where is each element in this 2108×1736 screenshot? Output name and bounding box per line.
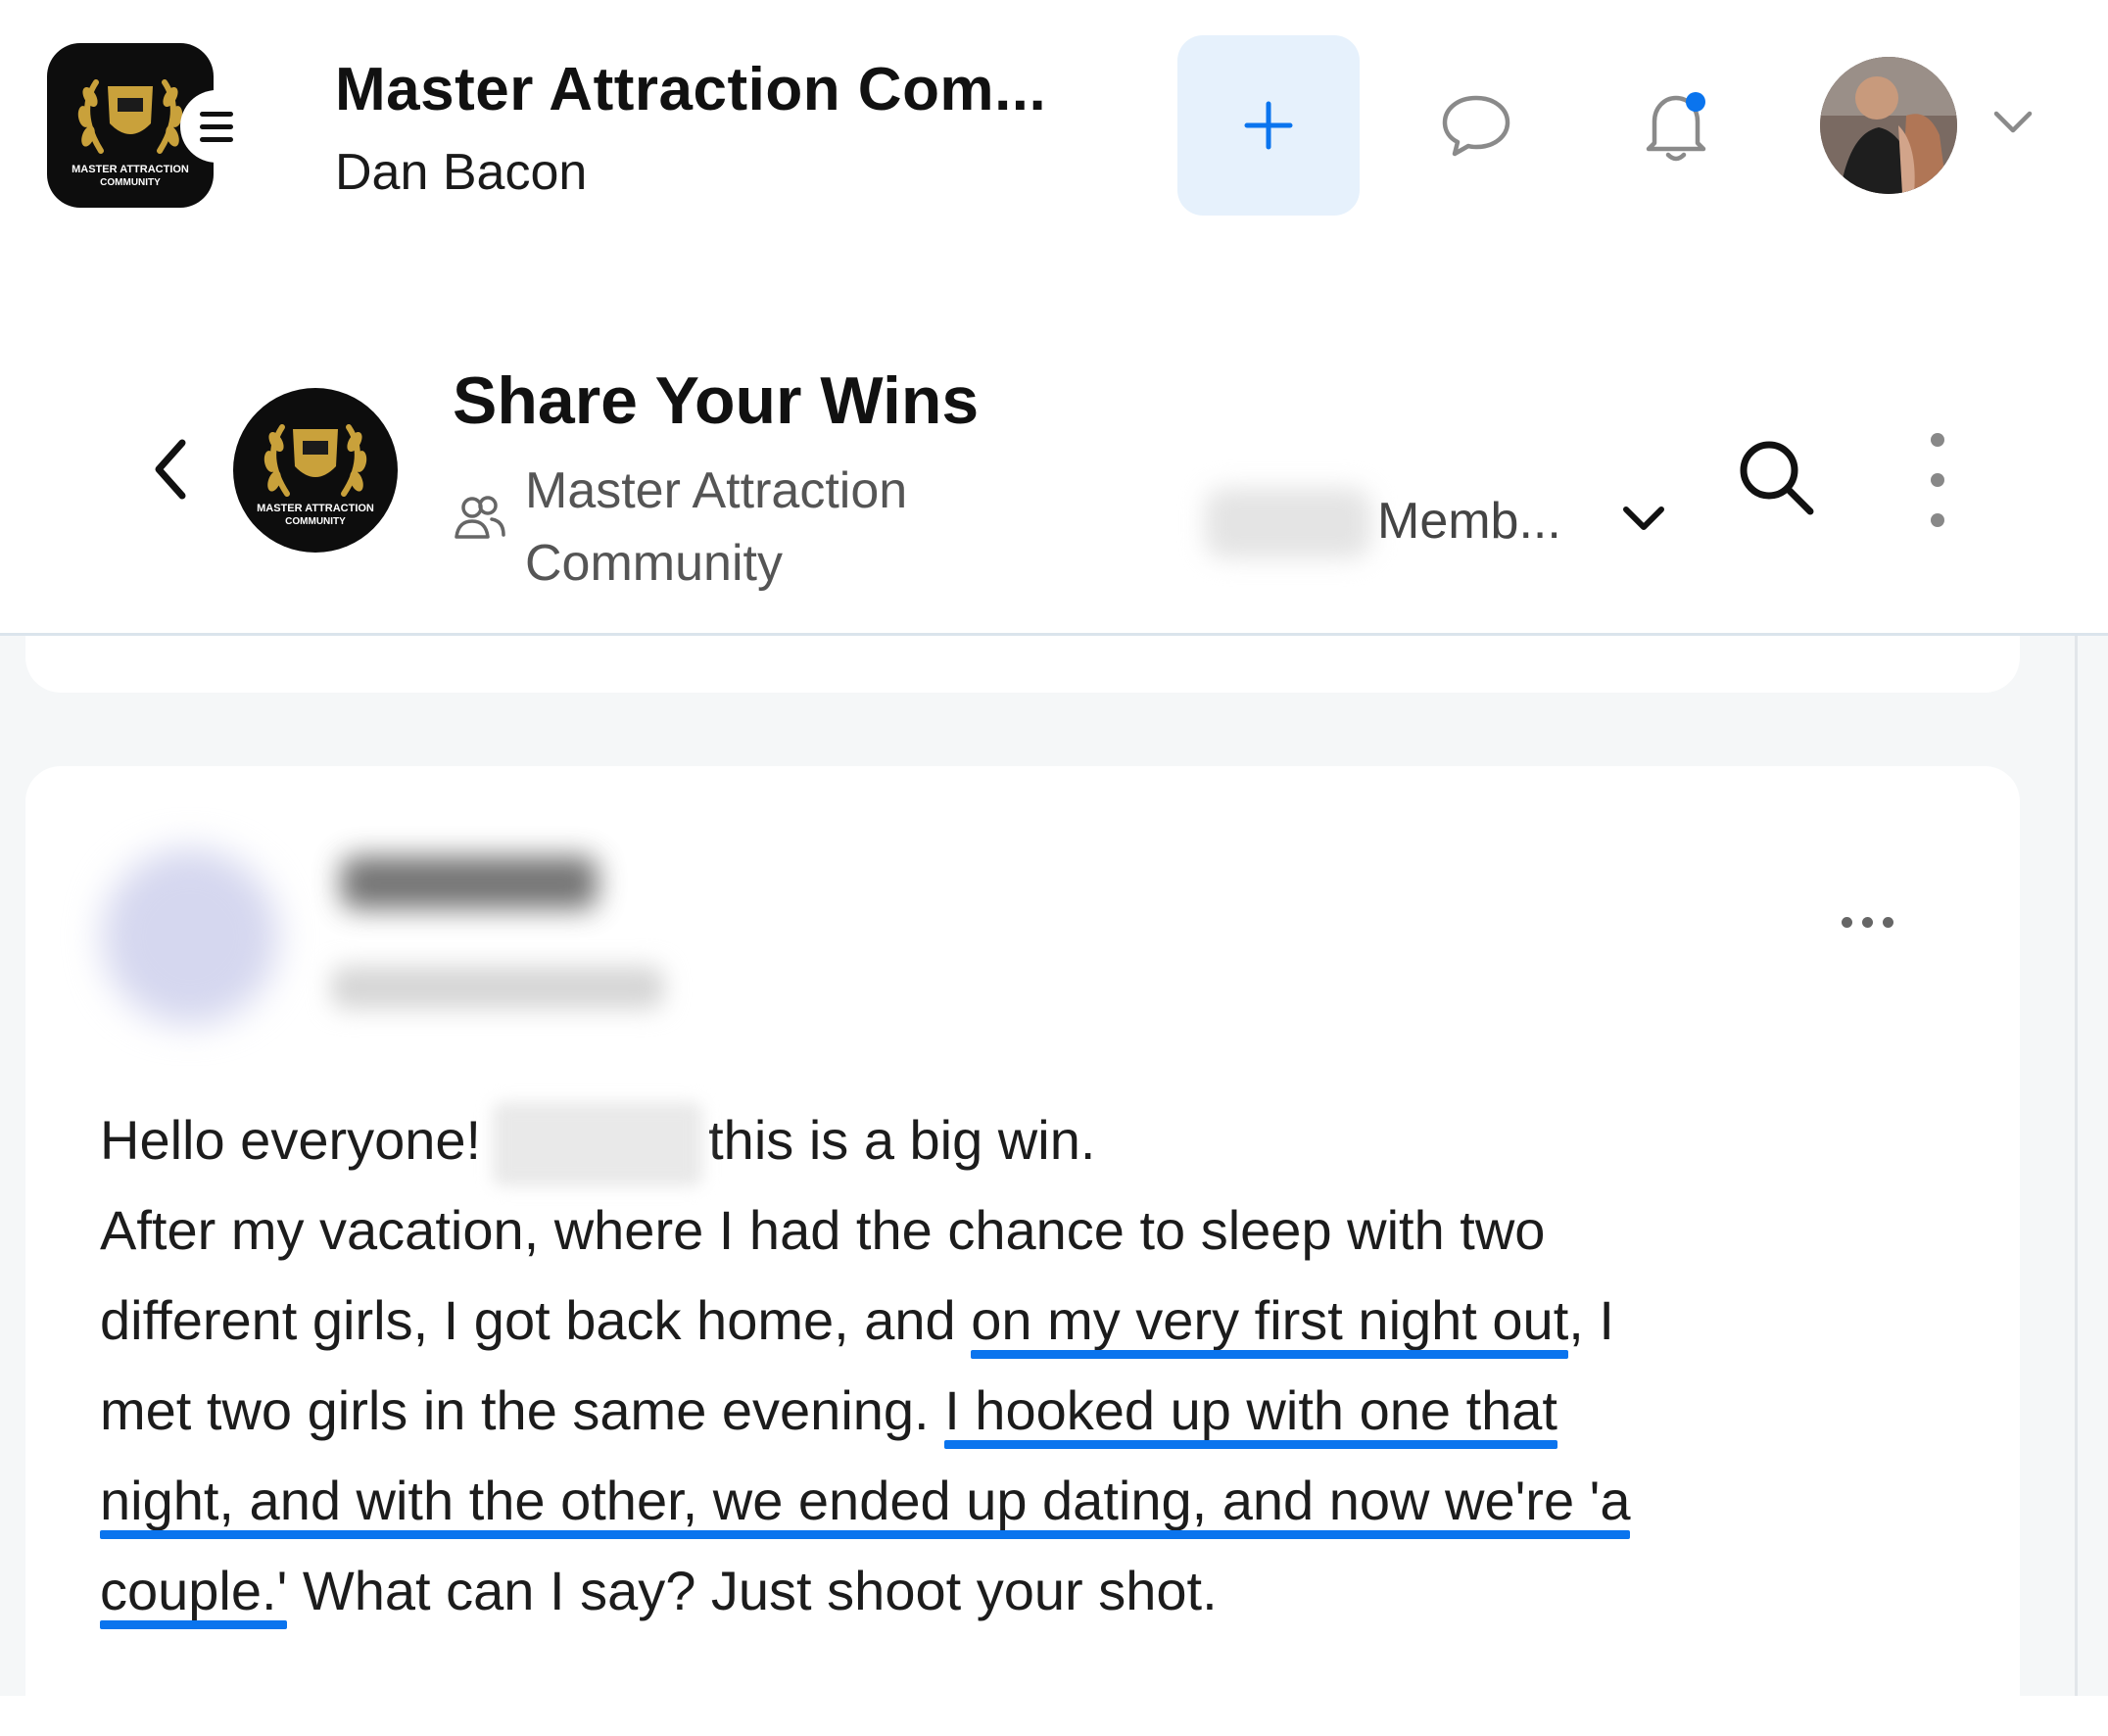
more-vertical-icon (1931, 433, 1944, 447)
post-timestamp-blurred (331, 966, 664, 1009)
post-line: night, and with the other, we ended up d… (100, 1456, 1961, 1546)
back-icon (155, 439, 186, 500)
post-options-button[interactable] (1842, 917, 1893, 928)
post-text: different girls, I got back home, and (100, 1289, 972, 1351)
previous-post-card (25, 636, 2020, 693)
more-horizontal-icon (1842, 917, 1852, 928)
member-avatars-blurred (1205, 488, 1371, 558)
post-body: Hello everyone! this is a big win. After … (100, 1095, 1961, 1636)
search-button[interactable] (1732, 433, 1820, 526)
chat-button[interactable] (1432, 86, 1520, 165)
laurel-shield-logo-icon: MASTER ATTRACTION COMMUNITY (257, 424, 374, 527)
post-text: this is a big win. (708, 1109, 1096, 1171)
highlighted-text: I hooked up with one that (944, 1379, 1557, 1441)
highlighted-text: couple.' (100, 1560, 288, 1621)
space-more-options-button[interactable] (1916, 433, 1959, 527)
chat-icon (1442, 95, 1510, 157)
post-text: , I (1568, 1289, 1614, 1351)
app-title: Master Attraction Com... (335, 56, 1047, 123)
chevron-down-icon (1993, 111, 2033, 133)
community-icon (453, 494, 507, 546)
members-label[interactable]: Memb... (1377, 492, 1561, 551)
post-text: After my vacation, where I had the chanc… (100, 1199, 1546, 1261)
svg-text:COMMUNITY: COMMUNITY (285, 516, 346, 527)
svg-text:MASTER ATTRACTION: MASTER ATTRACTION (72, 164, 189, 175)
chevron-down-icon (1623, 506, 1664, 530)
author-name-blurred[interactable] (341, 856, 598, 909)
space-header: MASTER ATTRACTION COMMUNITY Share Your W… (0, 253, 2108, 636)
plus-icon (1244, 101, 1293, 150)
svg-text:MASTER ATTRACTION: MASTER ATTRACTION (257, 503, 374, 514)
space-title: Share Your Wins (453, 363, 980, 438)
hamburger-icon (200, 111, 233, 117)
back-button[interactable] (145, 435, 198, 508)
user-avatar[interactable] (1820, 57, 1957, 194)
account-menu-toggle[interactable] (1988, 98, 2037, 152)
blurred-text (493, 1102, 703, 1187)
bell-icon (1646, 92, 1706, 162)
post-line: couple.' What can I say? Just shoot your… (100, 1546, 1961, 1636)
community-name-line1: Master Attraction (525, 462, 908, 519)
create-post-button[interactable] (1177, 35, 1360, 216)
space-logo: MASTER ATTRACTION COMMUNITY (233, 388, 398, 553)
avatar-photo (1820, 57, 1957, 194)
post-line: different girls, I got back home, and on… (100, 1276, 1961, 1366)
post-text: met two girls in the same evening. (100, 1379, 945, 1441)
members-dropdown-toggle[interactable] (1616, 498, 1671, 546)
app-subtitle: Dan Bacon (335, 144, 588, 201)
highlighted-text: on my very first night out (971, 1289, 1569, 1351)
community-link[interactable]: Master Attraction Community (525, 455, 1034, 600)
highlighted-text: night, and with the other, we ended up d… (100, 1470, 1631, 1531)
post-text: What can I say? Just shoot your shot. (287, 1560, 1218, 1621)
post-line: Hello everyone! this is a big win. (100, 1095, 1961, 1187)
notification-dot (1686, 92, 1705, 112)
post-line: After my vacation, where I had the chanc… (100, 1185, 1961, 1276)
feed-scrollbar[interactable] (2075, 636, 2078, 1696)
hamburger-menu-button[interactable] (182, 92, 251, 161)
community-name-line2: Community (525, 535, 783, 592)
post-line: met two girls in the same evening. I hoo… (100, 1366, 1961, 1456)
author-avatar[interactable] (102, 848, 278, 1025)
post-text: Hello everyone! (100, 1109, 482, 1171)
search-icon (1740, 441, 1814, 515)
top-app-bar: MASTER ATTRACTION COMMUNITY Master Attra… (0, 0, 2108, 253)
svg-text:COMMUNITY: COMMUNITY (100, 177, 161, 188)
notifications-button[interactable] (1632, 82, 1720, 170)
